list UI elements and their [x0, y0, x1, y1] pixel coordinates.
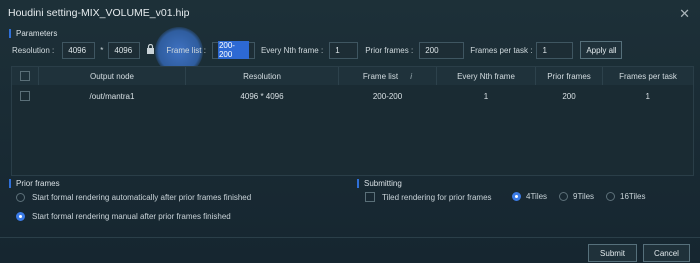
tile-option-9-label: 9Tiles	[573, 192, 595, 201]
col-every-nth[interactable]: Every Nth frame	[436, 67, 536, 85]
dialog-window: Houdini setting-MIX_VOLUME_v01.hip ✕ Par…	[0, 0, 700, 263]
title-bar: Houdini setting-MIX_VOLUME_v01.hip	[0, 0, 700, 26]
tile-option-16-radio[interactable]	[606, 192, 615, 201]
col-frame-list-label: Frame list	[362, 71, 399, 81]
prior-frames-label: Prior frames :	[365, 45, 414, 55]
parameters-row: Resolution : 4096 * 4096 Frame list : 20…	[12, 41, 623, 59]
every-nth-label: Every Nth frame :	[260, 45, 324, 55]
every-nth-value: 1	[335, 45, 340, 55]
select-all-checkbox[interactable]	[20, 71, 30, 81]
window-title: Houdini setting-MIX_VOLUME_v01.hip	[8, 7, 190, 19]
frames-per-task-input[interactable]: 1	[536, 41, 574, 59]
jobs-table: Output node Resolution Frame list i Ever…	[11, 66, 694, 176]
col-prior-frames[interactable]: Prior frames	[535, 67, 603, 85]
resolution-label: Resolution :	[12, 45, 55, 55]
prior-option-manual[interactable]: Start formal rendering manual after prio…	[16, 212, 231, 221]
prior-frames-value: 200	[425, 45, 439, 55]
frames-per-task-label: Frames per task :	[470, 45, 533, 55]
prior-option-manual-radio[interactable]	[16, 212, 25, 221]
cancel-button[interactable]: Cancel	[643, 244, 690, 262]
lock-icon[interactable]	[146, 43, 155, 56]
row-every-nth: 1	[483, 91, 489, 101]
parameters-section-label: Parameters	[9, 29, 57, 38]
tile-option-4[interactable]: 4Tiles	[512, 192, 547, 201]
tiled-rendering-option[interactable]: Tiled rendering for prior frames	[365, 192, 492, 202]
col-output-node[interactable]: Output node	[38, 67, 186, 85]
apply-all-button[interactable]: Apply all	[580, 41, 623, 59]
prior-option-auto[interactable]: Start formal rendering automatically aft…	[16, 193, 251, 202]
tile-option-4-label: 4Tiles	[526, 192, 548, 201]
close-icon[interactable]: ✕	[679, 6, 690, 22]
col-frames-per-task[interactable]: Frames per task	[602, 67, 693, 85]
footer-divider	[0, 237, 700, 238]
row-checkbox[interactable]	[20, 91, 31, 101]
prior-frames-input[interactable]: 200	[419, 41, 465, 59]
frame-list-label: Frame list :	[166, 45, 206, 55]
frame-list-input[interactable]: 200-200	[211, 41, 255, 59]
every-nth-input[interactable]: 1	[329, 41, 359, 59]
row-resolution: 4096 * 4096	[240, 91, 284, 101]
tile-option-16-label: 16Tiles	[620, 192, 646, 201]
tile-option-16[interactable]: 16Tiles	[606, 192, 646, 201]
info-icon: i	[410, 71, 413, 81]
prior-frames-section-label: Prior frames	[9, 179, 60, 188]
tiled-rendering-label: Tiled rendering for prior frames	[382, 192, 492, 202]
resolution-height-value: 4096	[114, 45, 133, 55]
tiled-rendering-checkbox[interactable]	[365, 192, 375, 202]
resolution-times: *	[100, 45, 104, 55]
col-resolution[interactable]: Resolution	[185, 67, 339, 85]
frames-per-task-value: 1	[542, 45, 547, 55]
tile-option-9[interactable]: 9Tiles	[559, 192, 594, 201]
col-frame-list[interactable]: Frame list i	[338, 67, 437, 85]
table-header-row: Output node Resolution Frame list i Ever…	[12, 67, 693, 85]
prior-option-auto-label: Start formal rendering automatically aft…	[32, 193, 252, 202]
submitting-section-label: Submitting	[357, 179, 402, 188]
row-select-cell[interactable]	[12, 85, 39, 107]
submit-button[interactable]: Submit	[588, 244, 637, 262]
tile-option-4-radio[interactable]	[512, 192, 521, 201]
resolution-width-input[interactable]: 4096	[62, 41, 96, 59]
row-frame-list: 200-200	[372, 91, 403, 101]
row-output-node: /out/mantra1	[89, 91, 135, 101]
prior-option-manual-label: Start formal rendering manual after prio…	[32, 212, 231, 221]
table-row[interactable]: /out/mantra1 4096 * 4096 200-200 1 200 1	[12, 85, 693, 107]
select-all-header[interactable]	[12, 67, 39, 85]
row-frames-per-task: 1	[645, 91, 650, 101]
frame-list-value: 200-200	[217, 41, 249, 59]
prior-option-auto-radio[interactable]	[16, 193, 25, 202]
resolution-height-input[interactable]: 4096	[108, 41, 141, 59]
row-prior-frames: 200	[562, 91, 576, 101]
resolution-width-value: 4096	[68, 45, 87, 55]
tile-option-9-radio[interactable]	[559, 192, 568, 201]
